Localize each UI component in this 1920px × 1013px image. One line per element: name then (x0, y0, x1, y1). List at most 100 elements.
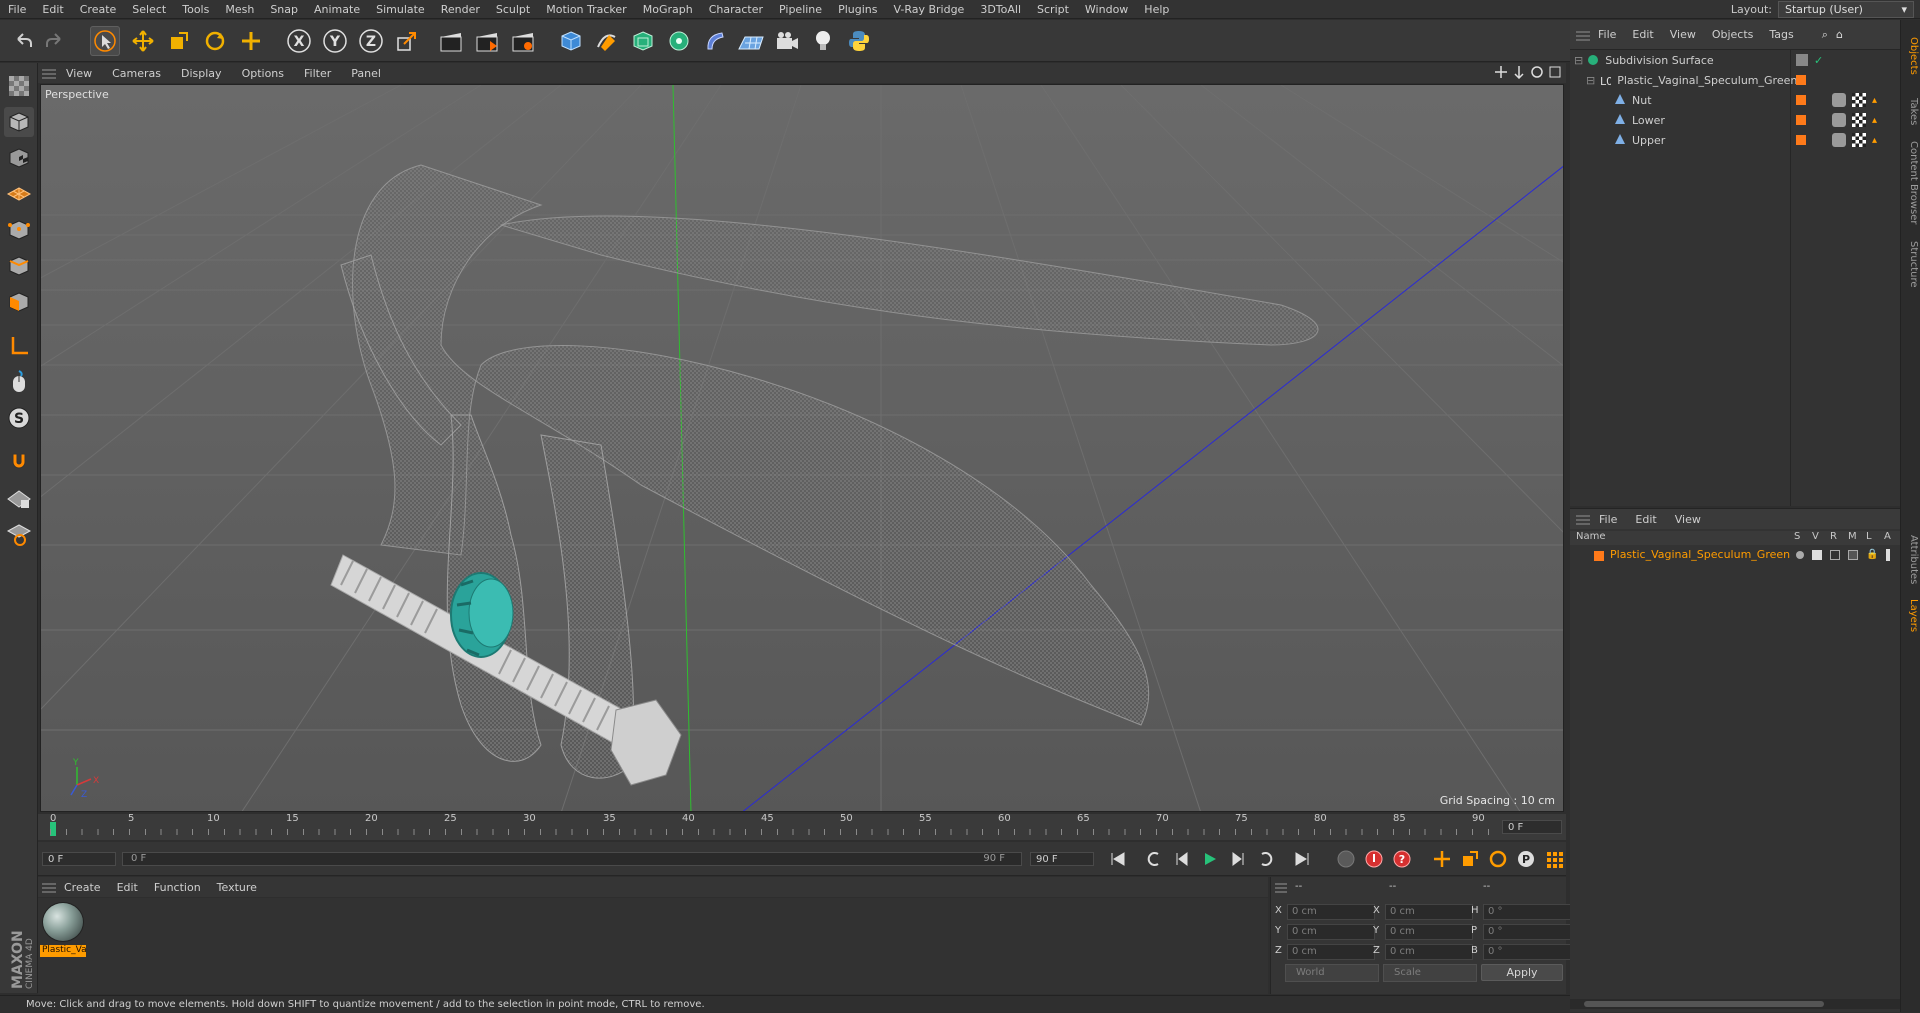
make-editable-button[interactable] (4, 71, 34, 101)
rotation-h-field[interactable]: 0 ° (1483, 904, 1571, 920)
material-tag-icon[interactable] (1832, 133, 1846, 147)
viewport-menu-view[interactable]: View (56, 67, 102, 80)
object-row-lower[interactable]: Lower ▴ (1570, 110, 1900, 130)
next-key-button[interactable] (1254, 847, 1278, 871)
x-axis-button[interactable]: X (284, 26, 314, 56)
next-frame-button[interactable] (1226, 847, 1250, 871)
tab-layers[interactable]: Layers (1903, 596, 1919, 636)
previous-frame-button[interactable] (1170, 847, 1194, 871)
record-keys-button[interactable] (1334, 847, 1358, 871)
layer-name[interactable]: Plastic_Vaginal_Speculum_Green (1610, 548, 1790, 561)
snap-button[interactable]: S (4, 403, 34, 433)
key-pla-button[interactable] (1542, 847, 1566, 871)
add-mograph-button[interactable] (664, 26, 694, 56)
texture-mode-button[interactable] (4, 143, 34, 173)
auto-keying-button[interactable] (1362, 847, 1386, 871)
collapse-icon[interactable]: ⊟ (1586, 74, 1595, 87)
layer-menu-view[interactable]: View (1666, 513, 1710, 526)
python-script-button[interactable] (844, 26, 874, 56)
object-menu-edit[interactable]: Edit (1624, 28, 1661, 41)
object-row-subdivision[interactable]: ⊟ Subdivision Surface ✓ (1570, 50, 1900, 70)
material-tag-icon[interactable] (1832, 93, 1846, 107)
size-x-field[interactable]: 0 cm (1385, 904, 1473, 920)
add-generator-button[interactable] (628, 26, 658, 56)
menu-mesh[interactable]: Mesh (217, 3, 262, 16)
menu-render[interactable]: Render (433, 3, 488, 16)
size-mode-select[interactable]: Scale (1383, 964, 1477, 982)
move-tool-button[interactable] (128, 26, 158, 56)
polygons-mode-button[interactable] (4, 287, 34, 317)
key-position-button[interactable] (1430, 847, 1454, 871)
start-frame-field[interactable]: 0 F (42, 852, 116, 866)
menu-snap[interactable]: Snap (262, 3, 306, 16)
selection-tag-icon[interactable]: ▴ (1872, 135, 1877, 146)
sculpt-mode-button[interactable] (4, 447, 34, 477)
points-mode-button[interactable] (4, 215, 34, 245)
layer-color-swatch[interactable] (1796, 115, 1806, 125)
solo-button[interactable] (4, 519, 34, 549)
check-icon[interactable]: ✓ (1814, 54, 1823, 67)
object-row-nut[interactable]: Nut ▴ (1570, 90, 1900, 110)
undo-button[interactable] (8, 26, 38, 56)
key-scale-button[interactable] (1458, 847, 1482, 871)
timeline-ruler[interactable]: 0 5 10 15 20 25 30 35 40 45 50 55 60 65 … (38, 813, 1566, 840)
add-floor-button[interactable] (736, 26, 766, 56)
viewport-menu-display[interactable]: Display (171, 67, 232, 80)
rotation-b-field[interactable]: 0 ° (1483, 944, 1571, 960)
object-menu-view[interactable]: View (1662, 28, 1704, 41)
menu-mograph[interactable]: MoGraph (635, 3, 701, 16)
pan-view-icon[interactable] (1494, 65, 1508, 79)
eye-icon[interactable] (1812, 550, 1822, 560)
tab-takes[interactable]: Takes (1903, 92, 1919, 132)
add-camera-button[interactable] (772, 26, 802, 56)
manager-toggle-icon[interactable] (1848, 550, 1858, 560)
uvw-tag-icon[interactable] (1852, 133, 1866, 147)
animation-toggle-icon[interactable] (1886, 549, 1890, 561)
layer-color-swatch[interactable] (1796, 75, 1806, 85)
scrollbar-thumb[interactable] (1584, 1001, 1824, 1007)
object-menu-tags[interactable]: Tags (1761, 28, 1801, 41)
uvw-tag-icon[interactable] (1852, 113, 1866, 127)
workplane-mode-button[interactable] (4, 177, 34, 207)
live-selection-button[interactable] (90, 26, 120, 56)
size-y-field[interactable]: 0 cm (1385, 924, 1473, 940)
render-settings-button[interactable] (508, 26, 538, 56)
object-row-upper[interactable]: Upper ▴ (1570, 130, 1900, 150)
menu-help[interactable]: Help (1136, 3, 1177, 16)
layer-color-swatch[interactable] (1594, 551, 1604, 561)
end-frame-field[interactable]: 90 F (1030, 852, 1094, 866)
selection-tag-icon[interactable]: ▴ (1872, 95, 1877, 106)
axis-mode-button[interactable] (4, 331, 34, 361)
position-x-field[interactable]: 0 cm (1287, 904, 1375, 920)
previous-key-button[interactable] (1142, 847, 1166, 871)
selection-tag-icon[interactable]: ▴ (1872, 115, 1877, 126)
viewport-menu-cameras[interactable]: Cameras (102, 67, 171, 80)
size-z-field[interactable]: 0 cm (1385, 944, 1473, 960)
viewport-menu-options[interactable]: Options (232, 67, 294, 80)
key-parameter-button[interactable]: P (1514, 847, 1538, 871)
lock-workplane-button[interactable] (4, 483, 34, 513)
scale-tool-button[interactable] (164, 26, 194, 56)
viewport-menu-panel[interactable]: Panel (341, 67, 391, 80)
collapse-icon[interactable]: ⊟ (1574, 54, 1583, 67)
model-mode-button[interactable] (4, 107, 34, 137)
add-spline-button[interactable] (592, 26, 622, 56)
layer-menu-file[interactable]: File (1590, 513, 1626, 526)
search-icon[interactable]: ⌕ (1822, 28, 1828, 42)
menu-character[interactable]: Character (701, 3, 771, 16)
add-light-button[interactable] (808, 26, 838, 56)
tweak-mode-button[interactable] (4, 367, 34, 397)
horizontal-scrollbar[interactable] (1570, 999, 1900, 1009)
rotation-p-field[interactable]: 0 ° (1483, 924, 1571, 940)
maximize-view-icon[interactable] (1548, 65, 1562, 79)
menu-simulate[interactable]: Simulate (368, 3, 433, 16)
material-menu-create[interactable]: Create (56, 881, 109, 894)
menu-select[interactable]: Select (124, 3, 174, 16)
menu-3dtoall[interactable]: 3DToAll (972, 3, 1029, 16)
rotate-view-icon[interactable] (1530, 65, 1544, 79)
layout-select[interactable]: Startup (User) ▾ (1778, 1, 1914, 18)
lock-icon[interactable]: 🔒 (1866, 549, 1878, 560)
material-menu-edit[interactable]: Edit (109, 881, 146, 894)
add-cube-button[interactable] (556, 26, 586, 56)
tab-objects[interactable]: Objects (1903, 26, 1919, 86)
